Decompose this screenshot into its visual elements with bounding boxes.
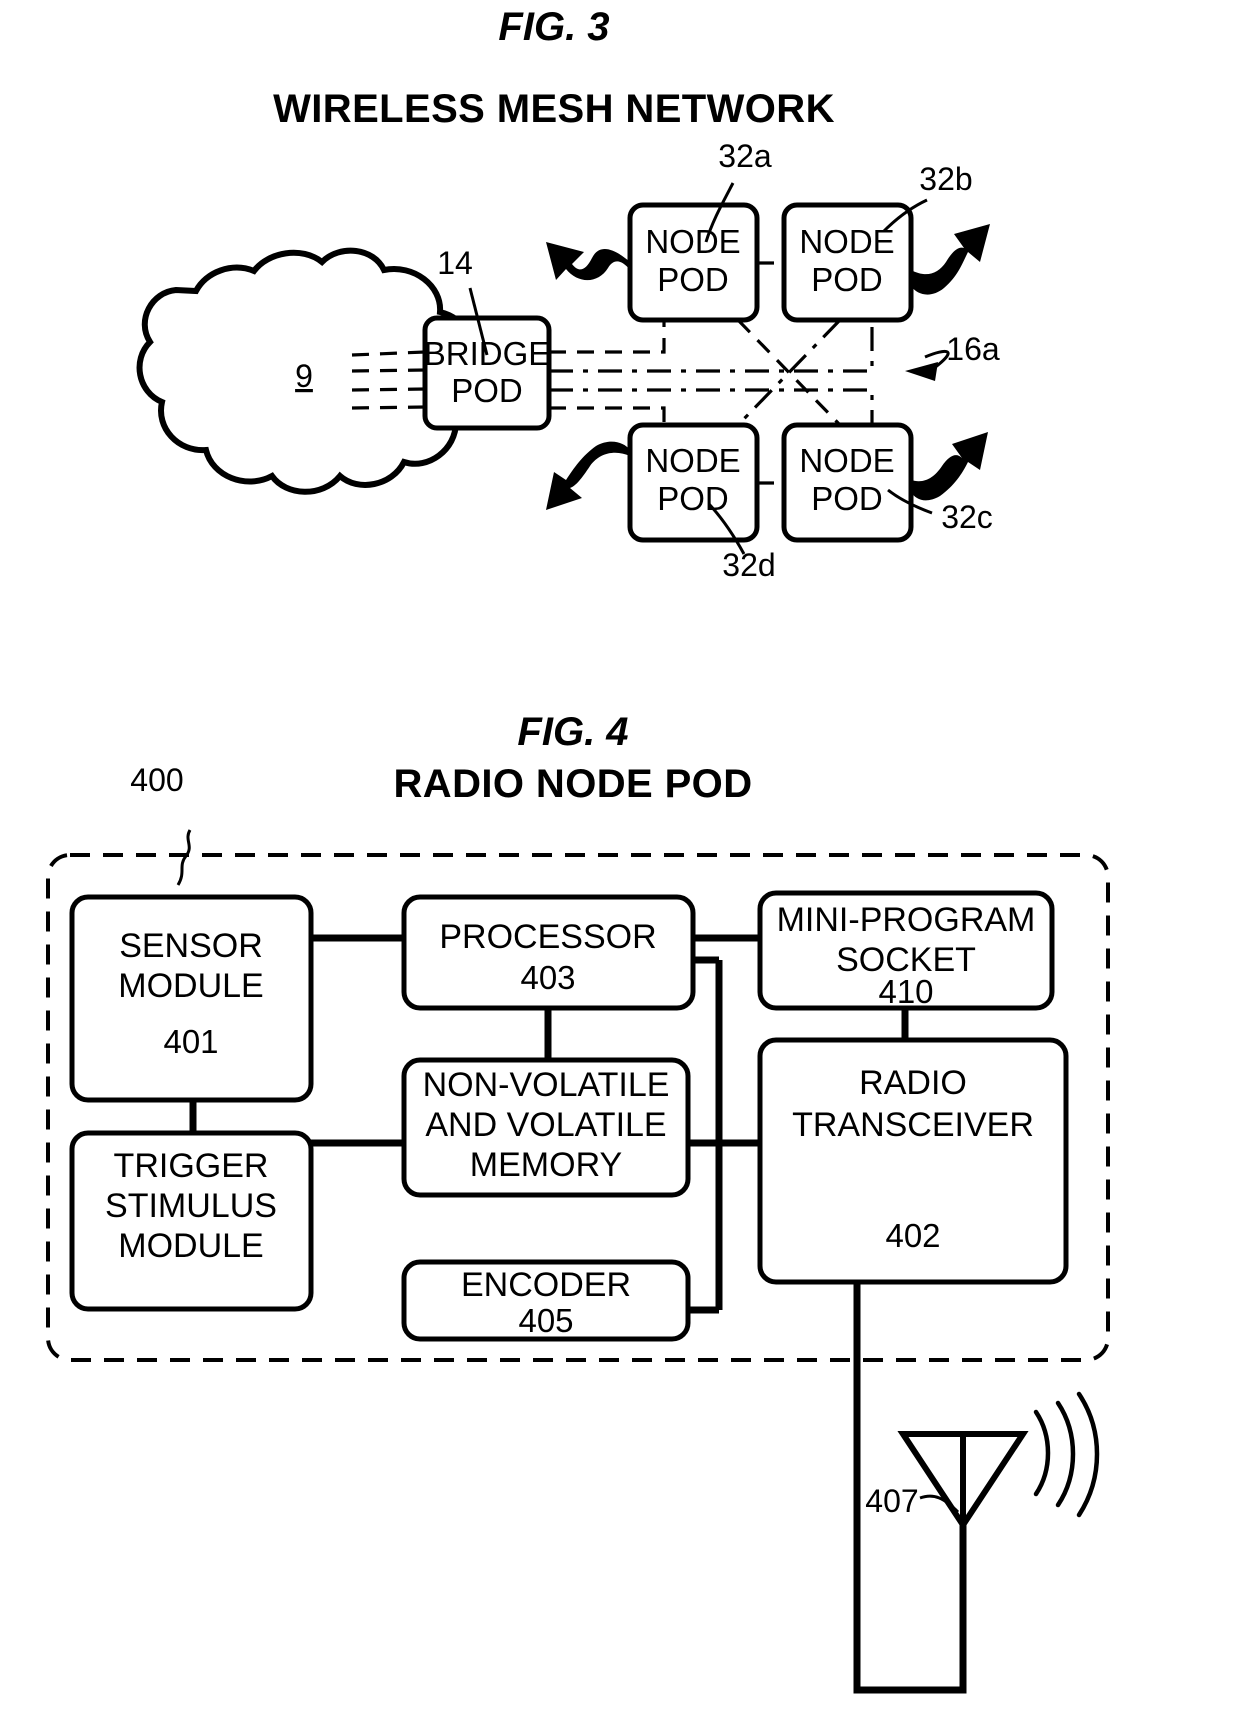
sensor-module-line1: SENSOR <box>119 927 263 965</box>
encoder-ref: 405 <box>518 1302 573 1339</box>
patent-figure-sheet: FIG. 3 WIRELESS MESH NETWORK 9 BRIDGE PO… <box>0 0 1240 1726</box>
bridge-pod-label-line2: POD <box>451 372 523 409</box>
wireless-arrow-32b <box>911 224 990 295</box>
antenna-wave-3 <box>1076 1391 1100 1518</box>
fig3-title: FIG. 3 <box>498 5 609 49</box>
radio-transceiver-line2: TRANSCEIVER <box>792 1106 1034 1144</box>
enclosure-ref: 400 <box>130 762 183 798</box>
sensor-module-ref: 401 <box>163 1023 218 1060</box>
bridge-pod-ref: 14 <box>437 245 473 281</box>
figure-3: FIG. 3 WIRELESS MESH NETWORK 9 BRIDGE PO… <box>136 5 1000 583</box>
fig3-subtitle: WIRELESS MESH NETWORK <box>273 87 835 131</box>
antenna-ref: 407 <box>865 1483 918 1519</box>
sensor-module-line2: MODULE <box>118 967 263 1005</box>
trigger-stimulus-line2: STIMULUS <box>105 1187 277 1225</box>
node-pod-32b-line1: NODE <box>799 223 894 260</box>
cloud-bridge-link-3 <box>351 387 426 392</box>
node-pod-32b-ref: 32b <box>919 161 972 197</box>
processor-ref: 403 <box>520 959 575 996</box>
node-pod-32a-line1: NODE <box>645 223 740 260</box>
trigger-stimulus-line3: MODULE <box>118 1227 263 1265</box>
figure-4: FIG. 4 RADIO NODE POD 400 SENSOR MODULE … <box>46 710 1110 1694</box>
node-pod-32a-ref: 32a <box>718 138 772 174</box>
mini-program-socket-line1: MINI-PROGRAM <box>777 901 1036 939</box>
node-pod-32a-line2: POD <box>657 261 729 298</box>
bridge-link-to-32a <box>549 320 666 354</box>
wireless-arrow-32d <box>546 441 630 510</box>
node-pod-32d-line2: POD <box>657 480 729 517</box>
radio-transceiver-line1: RADIO <box>859 1064 967 1102</box>
cloud-label: 9 <box>295 358 313 394</box>
fig4-subtitle: RADIO NODE POD <box>394 762 753 806</box>
memory-line1: NON-VOLATILE <box>423 1066 670 1104</box>
cloud-bridge-link-4 <box>351 405 426 410</box>
node-pod-32d-line1: NODE <box>645 442 740 479</box>
memory-line2: AND VOLATILE <box>425 1106 666 1144</box>
bridge-link-to-32b <box>549 320 874 373</box>
node-pod-32c-ref: 32c <box>941 499 993 535</box>
mini-program-socket-ref: 410 <box>878 973 933 1010</box>
memory-line3: MEMORY <box>470 1146 622 1184</box>
enclosure-ref-leader <box>176 829 192 886</box>
node-pod-32c-line2: POD <box>811 480 883 517</box>
wireless-arrow-32c <box>911 432 988 501</box>
node-pod-32b-line2: POD <box>811 261 883 298</box>
radio-transceiver-ref: 402 <box>885 1217 940 1254</box>
processor-line1: PROCESSOR <box>439 918 656 956</box>
encoder-line1: ENCODER <box>461 1266 631 1304</box>
fig4-title: FIG. 4 <box>517 710 628 754</box>
node-pod-32c-line1: NODE <box>799 442 894 479</box>
mesh-ref-label: 16a <box>946 331 1000 367</box>
antenna-wave-2 <box>1055 1400 1076 1508</box>
node-pod-32d-ref: 32d <box>722 547 775 583</box>
cloud-bridge-link-2 <box>351 368 426 373</box>
wireless-arrow-32a <box>546 242 630 281</box>
trigger-stimulus-line1: TRIGGER <box>114 1147 269 1185</box>
bridge-link-to-32d <box>549 406 666 425</box>
antenna-wave-1 <box>1033 1409 1051 1497</box>
mesh-ref-arrowhead <box>905 362 938 381</box>
